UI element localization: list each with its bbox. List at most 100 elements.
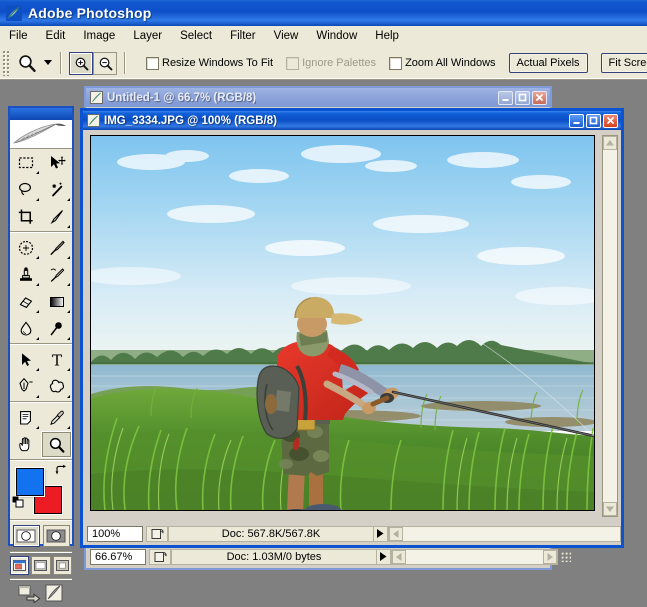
document-title-bar[interactable]: Untitled-1 @ 66.7% (RGB/8): [86, 88, 550, 107]
hand-tool[interactable]: [10, 431, 41, 458]
tool-more-triangle: [67, 395, 70, 398]
tool-more-triangle: [36, 368, 39, 371]
zoom-in-button[interactable]: [69, 51, 93, 75]
standard-mode-button[interactable]: [12, 525, 40, 547]
resize-windows-to-fit-checkbox[interactable]: Resize Windows To Fit: [146, 56, 274, 70]
menu-item-window[interactable]: Window: [307, 28, 366, 46]
eraser-tool[interactable]: [10, 288, 41, 315]
imageready-icon[interactable]: [44, 583, 64, 606]
menu-bar: File Edit Image Layer Select Filter View…: [0, 26, 647, 48]
crop-tool[interactable]: [10, 203, 41, 230]
gradient-tool[interactable]: [41, 288, 72, 315]
toolbox-divider-4: [10, 459, 72, 461]
document-size-info[interactable]: Doc: 1.03M/0 bytes: [171, 548, 377, 565]
maximize-icon[interactable]: [515, 90, 530, 105]
slice-tool[interactable]: [41, 203, 72, 230]
menu-item-image[interactable]: Image: [74, 28, 124, 46]
toolbox-divider-7: [10, 578, 72, 580]
photoshop-feather-icon: [6, 5, 22, 21]
vertical-scrollbar[interactable]: [602, 135, 618, 517]
tool-grid: [10, 149, 72, 230]
horizontal-scrollbar[interactable]: [388, 525, 621, 542]
zoom-all-windows-checkbox[interactable]: Zoom All Windows: [389, 56, 496, 70]
zoom-level-field[interactable]: 100%: [87, 525, 143, 542]
zoom-out-button[interactable]: [93, 51, 117, 75]
options-bar-drag-grip[interactable]: [2, 50, 9, 76]
scroll-up-arrow-icon[interactable]: [603, 136, 617, 150]
chevron-down-icon[interactable]: [42, 52, 53, 74]
image-canvas[interactable]: [90, 135, 595, 511]
window-controls: [569, 113, 621, 128]
scroll-left-arrow-icon[interactable]: [389, 526, 403, 541]
tool-more-triangle: [36, 310, 39, 313]
checkbox-box[interactable]: [146, 56, 159, 70]
actual-pixels-button[interactable]: Actual Pixels: [508, 53, 588, 73]
menu-item-help[interactable]: Help: [366, 28, 408, 46]
menu-item-file[interactable]: File: [0, 28, 37, 46]
triangle-right-icon[interactable]: [374, 525, 388, 542]
eyedropper-tool[interactable]: [41, 404, 72, 431]
default-colors-icon[interactable]: [11, 495, 25, 509]
fit-screen-button[interactable]: Fit Screen: [600, 53, 647, 73]
type-tool[interactable]: T: [41, 346, 72, 373]
tool-more-triangle: [67, 283, 70, 286]
document-title-bar[interactable]: IMG_3334.JPG @ 100% (RGB/8): [83, 111, 621, 130]
dodge-tool[interactable]: [41, 315, 72, 342]
toolbox-divider-5: [10, 519, 72, 521]
zoom-level-field[interactable]: 66.67%: [90, 548, 146, 565]
scroll-down-arrow-icon[interactable]: [603, 502, 617, 516]
clone-stamp-tool[interactable]: [10, 261, 41, 288]
tool-grid-4: [10, 404, 72, 458]
healing-brush-tool[interactable]: [10, 234, 41, 261]
menu-item-filter[interactable]: Filter: [221, 28, 265, 46]
checkbox-label: Resize Windows To Fit: [162, 57, 274, 69]
notes-tool[interactable]: [10, 404, 41, 431]
path-selection-tool[interactable]: [10, 346, 41, 373]
scroll-left-arrow-icon[interactable]: [392, 549, 406, 564]
minimize-icon[interactable]: [569, 113, 584, 128]
maximize-icon[interactable]: [586, 113, 601, 128]
swap-colors-icon[interactable]: [55, 464, 67, 476]
pen-tool[interactable]: [10, 373, 41, 400]
checkbox-label: Zoom All Windows: [405, 57, 496, 69]
full-screen-mode-button[interactable]: [52, 556, 72, 575]
blur-tool[interactable]: [10, 315, 41, 342]
history-brush-tool[interactable]: [41, 261, 72, 288]
scroll-right-arrow-icon[interactable]: [543, 549, 557, 564]
doc-sizes-icon[interactable]: [146, 525, 168, 542]
application-title: Adobe Photoshop: [28, 5, 152, 21]
resize-grip[interactable]: [560, 551, 571, 562]
toolbox-palette: T: [8, 106, 74, 604]
jump-to-icon[interactable]: [18, 583, 42, 606]
lasso-tool[interactable]: [10, 176, 41, 203]
doc-sizes-icon[interactable]: [149, 548, 171, 565]
move-tool[interactable]: [41, 149, 72, 176]
current-tool-magnifier-icon[interactable]: [12, 51, 42, 75]
toolbox-title-bar[interactable]: [10, 108, 72, 120]
quick-mask-mode-button[interactable]: [42, 525, 70, 547]
marquee-tool[interactable]: [10, 149, 41, 176]
menu-item-select[interactable]: Select: [171, 28, 221, 46]
close-icon[interactable]: [603, 113, 618, 128]
triangle-right-icon[interactable]: [377, 548, 391, 565]
shape-tool[interactable]: [41, 373, 72, 400]
checkbox-box[interactable]: [389, 56, 403, 70]
menu-item-edit[interactable]: Edit: [37, 28, 75, 46]
screen-mode-row: [10, 554, 72, 577]
window-controls: [498, 90, 550, 105]
standard-screen-mode-button[interactable]: [10, 556, 30, 575]
close-icon[interactable]: [532, 90, 547, 105]
magic-wand-tool[interactable]: [41, 176, 72, 203]
foreground-color-swatch[interactable]: [16, 468, 44, 496]
minimize-icon[interactable]: [498, 90, 513, 105]
full-screen-menubar-mode-button[interactable]: [31, 556, 51, 575]
horizontal-scrollbar[interactable]: [391, 548, 558, 565]
document-window-img-3334[interactable]: IMG_3334.JPG @ 100% (RGB/8) 100% Doc: 56…: [80, 108, 624, 548]
menu-item-layer[interactable]: Layer: [124, 28, 171, 46]
tool-more-triangle: [67, 198, 70, 201]
menu-item-view[interactable]: View: [265, 28, 308, 46]
document-size-info[interactable]: Doc: 567.8K/567.8K: [168, 525, 374, 542]
brush-tool[interactable]: [41, 234, 72, 261]
zoom-tool[interactable]: [41, 431, 72, 458]
tool-more-triangle: [67, 368, 70, 371]
